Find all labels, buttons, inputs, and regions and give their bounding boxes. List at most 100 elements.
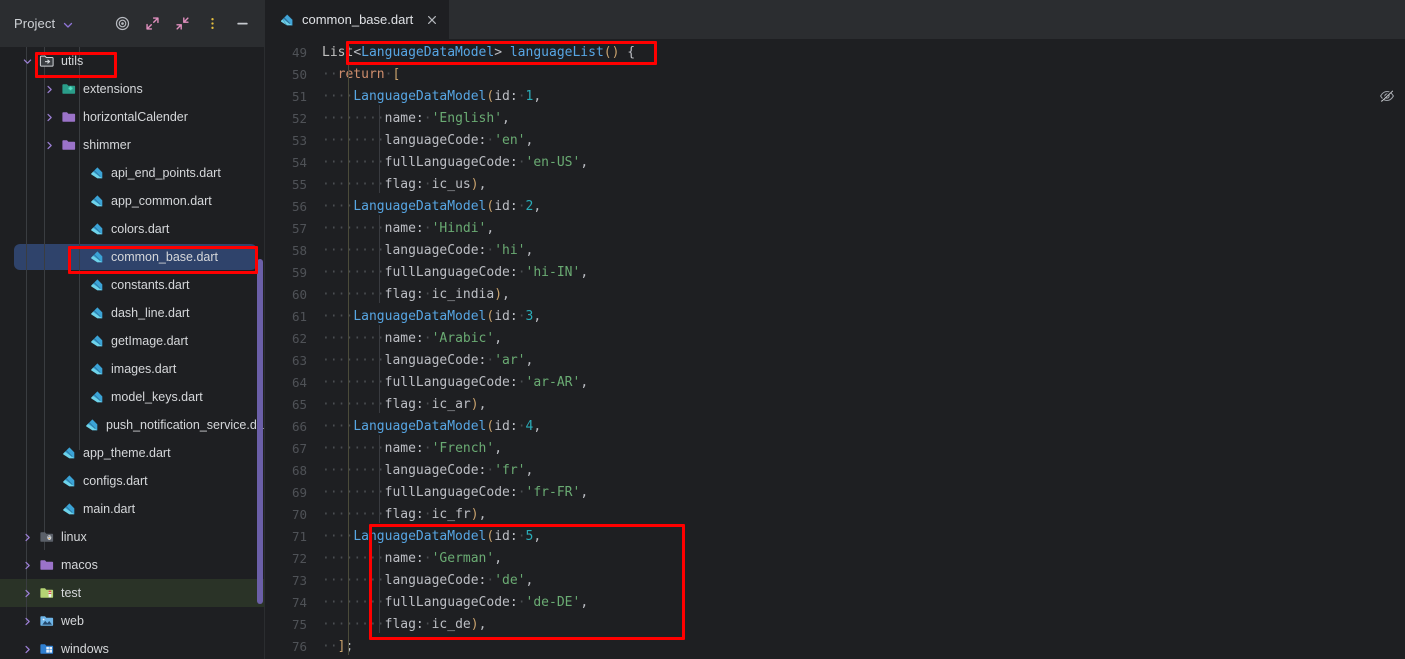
tree-item-horizontalcalender[interactable]: horizontalCalender xyxy=(0,103,265,131)
line-number-gutter[interactable]: 49 50 51 52 53 54 55 56 57 58 59 60 61 62 63 64 65 66 67 68… xyxy=(265,39,315,659)
code-line[interactable]: ········languageCode:·'en', xyxy=(322,130,533,152)
code-token: , xyxy=(494,551,503,566)
code-line[interactable]: ········fullLanguageCode:·'fr-FR', xyxy=(322,482,588,504)
project-file-tree[interactable]: utils extensions horizontalCalender shimmer… xyxy=(0,47,265,659)
code-token: ·· xyxy=(337,397,354,412)
chevron-right-icon[interactable] xyxy=(20,530,34,544)
locate-target-icon[interactable] xyxy=(114,15,131,32)
code-token: languageCode: xyxy=(384,573,487,588)
code-line[interactable]: ········flag:·ic_india), xyxy=(322,284,510,306)
tree-item-configs-dart[interactable]: configs.dart xyxy=(0,467,265,495)
close-icon[interactable] xyxy=(425,13,439,27)
tree-item-app-theme-dart[interactable]: app_theme.dart xyxy=(0,439,265,467)
code-line[interactable]: ········languageCode:·'hi', xyxy=(322,240,533,262)
chevron-down-icon[interactable] xyxy=(62,19,74,31)
sidebar-scrollbar-thumb[interactable] xyxy=(257,259,263,604)
project-panel-title[interactable]: Project xyxy=(14,16,55,31)
tree-item-label: utils xyxy=(61,54,84,68)
code-line[interactable]: ········languageCode:·'ar', xyxy=(322,350,533,372)
code-line[interactable]: ········name:·'French', xyxy=(322,438,502,460)
code-token: , xyxy=(494,441,503,456)
panel-divider[interactable] xyxy=(264,0,265,659)
tree-item-utils[interactable]: utils xyxy=(0,47,265,75)
code-line[interactable]: ········flag:·ic_us), xyxy=(322,174,486,196)
chevron-right-icon[interactable] xyxy=(20,586,34,600)
line-number: 75 xyxy=(291,617,307,632)
tree-item-shimmer[interactable]: shimmer xyxy=(0,131,265,159)
chevron-right-icon[interactable] xyxy=(42,82,56,96)
line-number: 68 xyxy=(291,463,307,478)
code-token: id: xyxy=(494,529,518,544)
code-line[interactable]: ········fullLanguageCode:·'hi-IN', xyxy=(322,262,588,284)
code-line[interactable]: ········flag:·ic_de), xyxy=(322,614,486,636)
code-token: ) xyxy=(494,287,503,302)
hide-panel-icon[interactable] xyxy=(234,15,251,32)
tree-arrow-placeholder xyxy=(70,334,84,348)
code-token: ·· xyxy=(322,551,338,566)
code-line[interactable]: ········fullLanguageCode:·'de-DE', xyxy=(322,592,588,614)
chevron-right-icon[interactable] xyxy=(20,642,34,656)
chevron-right-icon[interactable] xyxy=(20,614,34,628)
code-token: 'hi' xyxy=(494,243,526,258)
tree-item-test[interactable]: test xyxy=(0,579,265,607)
tree-item-app-common-dart[interactable]: app_common.dart xyxy=(0,187,265,215)
code-token: ·· xyxy=(322,529,338,544)
code-line[interactable]: ········name:·'English', xyxy=(322,108,510,130)
editor-tab-common-base-dart[interactable]: common_base.dart xyxy=(265,0,450,39)
collapse-all-icon[interactable] xyxy=(174,15,191,32)
more-options-icon[interactable] xyxy=(204,15,221,32)
code-line[interactable]: ····LanguageDataModel(id:·3, xyxy=(322,306,541,328)
tree-item-dash-line-dart[interactable]: dash_line.dart xyxy=(0,299,265,327)
chevron-right-icon[interactable] xyxy=(42,110,56,124)
code-token: name: xyxy=(384,111,424,126)
code-token: , xyxy=(580,155,589,170)
tree-item-macos[interactable]: macos xyxy=(0,551,265,579)
code-line[interactable]: ········languageCode:·'de', xyxy=(322,570,533,592)
code-line[interactable]: ····LanguageDataModel(id:·5, xyxy=(322,526,541,548)
code-token: ·· xyxy=(322,419,338,434)
tree-item-images-dart[interactable]: images.dart xyxy=(0,355,265,383)
tree-item-web[interactable]: web xyxy=(0,607,265,635)
code-line[interactable]: ····LanguageDataModel(id:·4, xyxy=(322,416,541,438)
code-token: · xyxy=(517,89,526,104)
dart-file-icon xyxy=(61,501,77,517)
tree-item-model-keys-dart[interactable]: model_keys.dart xyxy=(0,383,265,411)
code-line[interactable]: ········fullLanguageCode:·'en-US', xyxy=(322,152,588,174)
code-line[interactable]: ········flag:·ic_ar), xyxy=(322,394,486,416)
code-text[interactable]: List<LanguageDataModel> languageList() {… xyxy=(315,39,1405,659)
code-viewport[interactable]: 49 50 51 52 53 54 55 56 57 58 59 60 61 62 63 64 65 66 67 68… xyxy=(265,39,1405,659)
tree-item-constants-dart[interactable]: constants.dart xyxy=(0,271,265,299)
code-token: ·· xyxy=(353,221,369,236)
code-token: , xyxy=(580,375,589,390)
tree-item-linux[interactable]: linux xyxy=(0,523,265,551)
tree-item-label: main.dart xyxy=(83,502,136,516)
code-line[interactable]: ········flag:·ic_fr), xyxy=(322,504,486,526)
code-line[interactable]: ··return·[ xyxy=(322,64,400,86)
tree-item-windows[interactable]: windows xyxy=(0,635,265,659)
code-line[interactable]: ····LanguageDataModel(id:·1, xyxy=(322,86,541,108)
tree-item-main-dart[interactable]: main.dart xyxy=(0,495,265,523)
reading-mode-off-icon[interactable] xyxy=(1379,88,1395,104)
expand-all-icon[interactable] xyxy=(144,15,161,32)
code-token: ·· xyxy=(337,243,354,258)
project-panel-toolbar xyxy=(114,15,257,32)
code-line[interactable]: ········name:·'German', xyxy=(322,548,502,570)
tree-item-api-end-points-dart[interactable]: api_end_points.dart xyxy=(0,159,265,187)
code-line[interactable]: ····LanguageDataModel(id:·2, xyxy=(322,196,541,218)
chevron-down-icon[interactable] xyxy=(20,54,34,68)
chevron-right-icon[interactable] xyxy=(20,558,34,572)
code-token: ) xyxy=(470,507,479,522)
code-line[interactable]: ········fullLanguageCode:·'ar-AR', xyxy=(322,372,588,394)
tree-item-common-base-dart[interactable]: common_base.dart xyxy=(0,243,265,271)
tree-item-colors-dart[interactable]: colors.dart xyxy=(0,215,265,243)
code-token: return xyxy=(337,67,385,82)
code-line[interactable]: List<LanguageDataModel> languageList() { xyxy=(322,42,635,64)
code-token: LanguageDataModel xyxy=(353,529,487,544)
tree-item-getimage-dart[interactable]: getImage.dart xyxy=(0,327,265,355)
tree-item-push-notification-service-dart[interactable]: push_notification_service.dart xyxy=(0,411,265,439)
tree-item-extensions[interactable]: extensions xyxy=(0,75,265,103)
chevron-right-icon[interactable] xyxy=(42,138,56,152)
code-token: ; xyxy=(345,639,354,654)
code-line[interactable]: ········name:·'Arabic', xyxy=(322,328,502,350)
code-line[interactable]: ········languageCode:·'fr', xyxy=(322,460,533,482)
